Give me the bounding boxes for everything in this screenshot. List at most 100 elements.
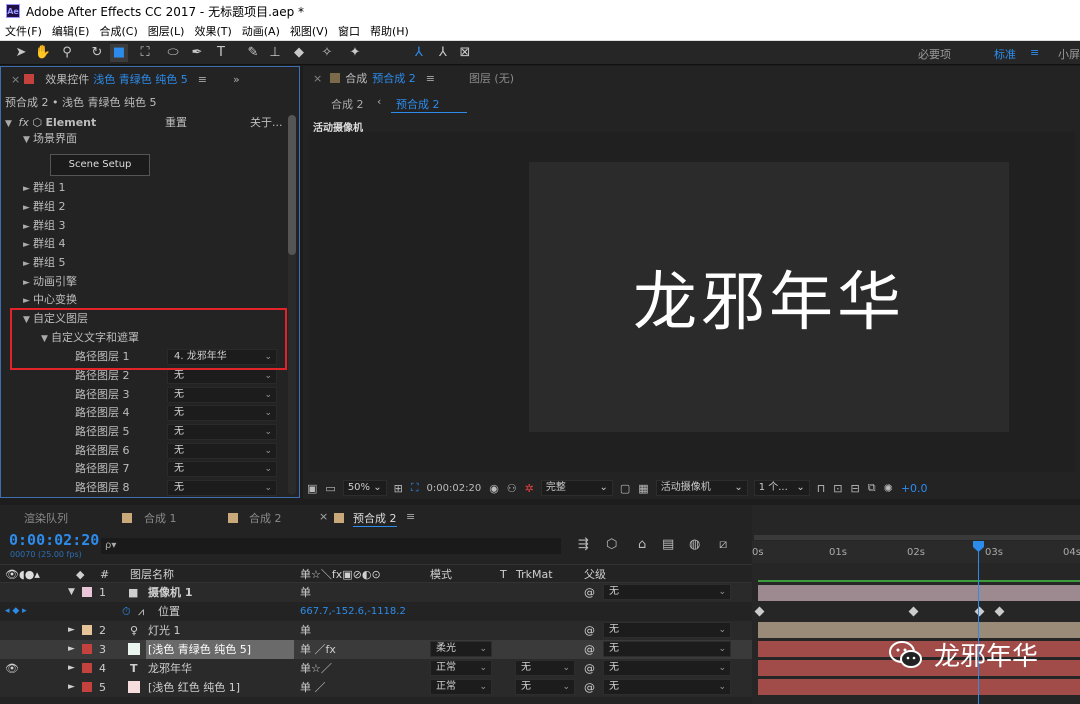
parent-dropdown[interactable]: 无 ⌄ xyxy=(603,584,731,600)
label-tag-icon[interactable]: ◆ xyxy=(76,565,84,584)
panel-menu-icon[interactable]: ≡ xyxy=(426,72,435,85)
graph-editor-icon[interactable]: ⧄ xyxy=(719,537,727,552)
keyframe-icon[interactable] xyxy=(754,606,765,617)
graph-icon[interactable]: ⩘ xyxy=(138,602,144,621)
tab-precomp-2[interactable]: 预合成 2 xyxy=(353,510,397,527)
comp-canvas[interactable]: 龙邪年华 xyxy=(529,162,1009,432)
selection-tool-icon[interactable]: ➤ xyxy=(12,44,30,62)
pickwhip-icon[interactable]: @ xyxy=(584,640,595,659)
path-layer-6-dropdown[interactable]: 无 ⌄ xyxy=(167,443,277,459)
blend-mode-dropdown[interactable]: 正常 ⌄ xyxy=(430,660,492,676)
effect-controls-layer-name[interactable]: 浅色 青绿色 纯色 5 xyxy=(93,71,188,87)
layer-name[interactable]: [浅色 青绿色 纯色 5] xyxy=(146,640,294,659)
group-2[interactable]: ► 群组 2 xyxy=(23,197,66,216)
frame-blending-icon[interactable]: ▤ xyxy=(662,537,674,552)
pickwhip-icon[interactable]: @ xyxy=(584,659,595,678)
layer-tab[interactable]: 图层 (无) xyxy=(469,70,514,86)
parent-dropdown[interactable]: 无 ⌄ xyxy=(603,641,731,657)
snapshot-icon[interactable]: ◉ xyxy=(489,482,499,495)
workspace-menu-icon[interactable]: ≡ xyxy=(1030,46,1039,59)
resolution-dropdown[interactable]: 完整 ⌄ xyxy=(540,480,613,496)
pen-tool-icon[interactable]: ✒ xyxy=(188,44,206,62)
view-axis-icon[interactable]: ⊠ xyxy=(456,44,474,62)
puppet-pin-tool-icon[interactable]: ✦ xyxy=(346,44,364,62)
center-transform-group[interactable]: ► 中心变换 xyxy=(23,290,77,309)
workspace-small-screen[interactable]: 小屏 xyxy=(1058,46,1080,62)
keyframe-icon[interactable] xyxy=(974,606,985,617)
rotate-tool-icon[interactable]: ↻ xyxy=(88,44,106,62)
workspace-essentials[interactable]: 必要项 xyxy=(918,46,951,62)
eraser-tool-icon[interactable]: ◆ xyxy=(290,44,308,62)
scrollbar-thumb[interactable] xyxy=(288,115,296,255)
menu-view[interactable]: 视图(V) xyxy=(285,23,333,39)
exposure-value[interactable]: +0.0 xyxy=(901,482,928,495)
effect-controls-tab-label[interactable]: 效果控件 xyxy=(45,71,89,87)
comp-tab-name[interactable]: 预合成 2 xyxy=(372,70,416,86)
shy-switch-icon[interactable]: 单 xyxy=(300,583,311,602)
zoom-tool-icon[interactable]: ⚲ xyxy=(58,44,76,62)
menu-composition[interactable]: 合成(C) xyxy=(94,23,142,39)
fit-icon[interactable]: ⊞ xyxy=(394,482,403,495)
path-layer-8-dropdown[interactable]: 无 ⌄ xyxy=(167,480,277,496)
collapsed-triangle-icon[interactable]: ► xyxy=(68,640,75,659)
menu-file[interactable]: 文件(F) xyxy=(0,23,47,39)
path-layer-2-dropdown[interactable]: 无 ⌄ xyxy=(167,368,277,384)
pickwhip-icon[interactable]: @ xyxy=(584,583,595,602)
timeline-icon[interactable]: ⊟ xyxy=(851,482,860,495)
av-switches-icon[interactable]: 👁◖●▴ xyxy=(5,565,40,584)
group-3[interactable]: ► 群组 3 xyxy=(23,216,66,235)
monitor-icon[interactable]: ▭ xyxy=(325,482,335,495)
region-of-interest-icon[interactable]: ▢ xyxy=(620,482,630,495)
layer-row[interactable]: 👁 ► 4 T 龙邪年华 单☆／ 正常 ⌄ 无 ⌄ @ 无 ⌄ xyxy=(0,659,752,678)
time-ruler[interactable]: 0s 01s 02s 03s 04s xyxy=(752,541,1080,563)
shy-switch-icon[interactable]: 单 xyxy=(300,621,311,640)
parent-dropdown[interactable]: 无 ⌄ xyxy=(603,622,731,638)
layer-name[interactable]: 龙邪年华 xyxy=(148,659,192,678)
transparency-grid-icon[interactable]: ▦ xyxy=(638,482,648,495)
collapsed-triangle-icon[interactable]: ► xyxy=(68,659,75,678)
scene-interface-group[interactable]: ▼ 场景界面 xyxy=(23,129,77,148)
path-layer-3-dropdown[interactable]: 无 ⌄ xyxy=(167,387,277,403)
tab-render-queue[interactable]: 渲染队列 xyxy=(24,510,68,526)
hand-tool-icon[interactable]: ✋ xyxy=(34,44,52,62)
brush-tool-icon[interactable]: ✎ xyxy=(244,44,262,62)
position-value[interactable]: 667.7,-152.6,-1118.2 xyxy=(300,602,406,621)
trkmat-dropdown[interactable]: 无 ⌄ xyxy=(515,679,575,695)
layer-label-swatch[interactable] xyxy=(82,625,92,635)
blend-mode-dropdown[interactable]: 柔光 ⌄ xyxy=(430,641,492,657)
panel-menu-icon[interactable]: ≡ xyxy=(198,73,207,86)
comp-tab-label[interactable]: 合成 xyxy=(345,70,367,86)
layer-name[interactable]: 灯光 1 xyxy=(148,621,181,640)
zoom-dropdown[interactable]: 50% ⌄ xyxy=(342,480,387,496)
keyframe-icon[interactable] xyxy=(908,606,919,617)
path-layer-4-dropdown[interactable]: 无 ⌄ xyxy=(167,405,277,421)
panel-menu-icon[interactable]: ≡ xyxy=(406,510,415,523)
layer-label-swatch[interactable] xyxy=(82,587,92,597)
pickwhip-icon[interactable]: @ xyxy=(584,678,595,697)
panel-overflow-icon[interactable]: » xyxy=(233,73,240,86)
layer-row[interactable]: ▼ 1 ■ 摄像机 1 单 @ 无 ⌄ xyxy=(0,583,752,602)
layer-row[interactable]: ► 5 [浅色 红色 纯色 1] 单 ／ 正常 ⌄ 无 ⌄ @ 无 ⌄ xyxy=(0,678,752,697)
collapsed-triangle-icon[interactable]: ► xyxy=(68,678,75,697)
reset-exposure-icon[interactable]: ✺ xyxy=(884,482,893,495)
toggle-pixel-icon[interactable]: ⊓ xyxy=(817,482,826,495)
close-tab-icon[interactable]: × xyxy=(11,73,20,86)
show-snapshot-icon[interactable]: ⚇ xyxy=(507,482,517,495)
layer-row[interactable]: ► 2 ♀ 灯光 1 单 @ 无 ⌄ xyxy=(0,621,752,640)
view-layout-dropdown[interactable]: 1 个... ⌄ xyxy=(753,480,810,496)
draft-3d-icon[interactable]: ⬡ xyxy=(606,537,617,552)
safe-zones-icon[interactable]: ⛶ xyxy=(411,481,419,495)
layer-label-swatch[interactable] xyxy=(82,682,92,692)
camera-tool-icon[interactable]: ■ xyxy=(110,44,128,62)
menu-window[interactable]: 窗口 xyxy=(333,23,365,39)
menu-edit[interactable]: 编辑(E) xyxy=(47,23,95,39)
menu-animation[interactable]: 动画(A) xyxy=(237,23,285,39)
menu-effect[interactable]: 效果(T) xyxy=(189,23,236,39)
comp-mini-flowchart-icon[interactable]: ⇶ xyxy=(578,537,589,552)
group-4[interactable]: ► 群组 4 xyxy=(23,234,66,253)
fast-previews-icon[interactable]: ⊡ xyxy=(833,482,842,495)
timeline-graph[interactable]: 0s 01s 02s 03s 04s xyxy=(752,505,1080,704)
layer-name[interactable]: 摄像机 1 xyxy=(148,583,192,602)
layer-search-input[interactable]: ρ▾ xyxy=(101,538,561,554)
parent-dropdown[interactable]: 无 ⌄ xyxy=(603,679,731,695)
